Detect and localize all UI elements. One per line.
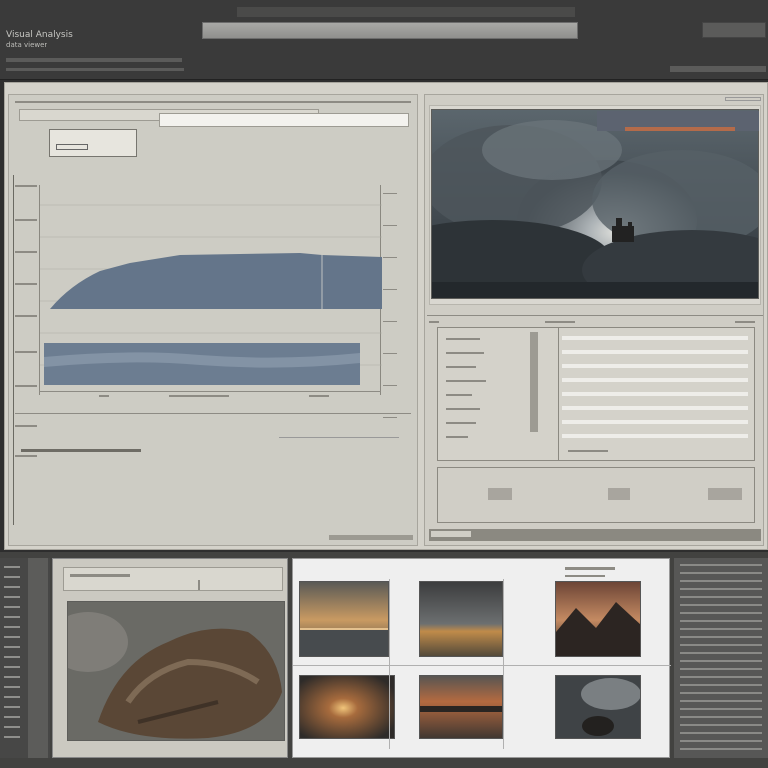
info-icon-2 — [608, 488, 630, 500]
gallery-col-divider — [389, 579, 390, 749]
table-row[interactable] — [438, 376, 754, 388]
x-axis-rule — [39, 391, 381, 392]
thumb-shipwreck-sea[interactable] — [419, 675, 503, 739]
chart-svg — [40, 204, 382, 385]
header-rule — [15, 101, 411, 103]
left-axis-rule — [13, 175, 14, 525]
table-row[interactable] — [438, 348, 754, 360]
top-strip — [236, 6, 576, 18]
app-title: Visual Analysis — [6, 30, 73, 40]
status-line-2 — [6, 68, 184, 71]
detail-title — [70, 574, 130, 577]
thumb-dusk-lake[interactable] — [419, 581, 503, 657]
table-row[interactable] — [438, 362, 754, 374]
panel-status-bar — [429, 529, 761, 541]
sidebar-scroll[interactable] — [28, 558, 48, 758]
status-chip — [431, 531, 471, 537]
caption-right — [279, 437, 399, 443]
gallery-header — [565, 567, 615, 570]
rock-terrain-image — [67, 601, 285, 741]
area-series-upper — [50, 253, 382, 309]
table-title — [429, 321, 439, 323]
gallery-col-divider-2 — [503, 579, 504, 749]
zoom-control[interactable] — [670, 66, 766, 72]
preview-close[interactable] — [725, 97, 761, 101]
detail-panel — [52, 558, 288, 758]
thumb-sunset-ocean[interactable] — [299, 581, 389, 657]
info-icon-1 — [488, 488, 512, 500]
left-sidebar — [0, 558, 50, 758]
preview-progress — [625, 127, 735, 131]
y-axis-ticks — [15, 185, 39, 475]
filter-input[interactable] — [159, 113, 409, 127]
preview-panel — [424, 94, 764, 546]
info-panel — [437, 467, 755, 523]
storm-cloud-image — [431, 109, 759, 299]
sidebar-items[interactable] — [4, 566, 20, 746]
gallery-row-divider — [293, 665, 671, 666]
app-subtitle: data viewer — [6, 41, 48, 49]
table-col-header-2 — [735, 321, 755, 323]
table-row[interactable] — [438, 432, 754, 444]
search-input[interactable] — [202, 22, 578, 39]
chart-footer-rule — [15, 413, 411, 414]
status-line — [6, 58, 182, 62]
caption-line — [21, 449, 141, 452]
x-axis-labels — [89, 393, 329, 399]
table-footer-text — [568, 450, 608, 452]
table-col-header — [545, 321, 575, 323]
thumb-mountain-twilight[interactable] — [555, 581, 641, 657]
chart-plot — [39, 185, 382, 395]
thumb-storm-tree[interactable] — [555, 675, 641, 739]
data-table — [437, 327, 755, 461]
right-sidebar — [674, 558, 768, 758]
thumb-fire-horizon[interactable] — [299, 675, 395, 739]
top-bar: Visual Analysis data viewer — [0, 0, 768, 80]
info-icon-3 — [708, 488, 742, 500]
table-row[interactable] — [438, 390, 754, 402]
detail-divider — [198, 580, 200, 590]
table-top-rule — [427, 315, 763, 316]
panel-footer-link[interactable] — [329, 535, 413, 540]
image-gallery — [292, 558, 671, 758]
dropdown-value — [56, 144, 88, 150]
detail-header — [63, 567, 283, 591]
chart-panel — [8, 94, 418, 546]
top-right-control[interactable] — [702, 22, 766, 38]
gallery-subheader — [565, 575, 605, 577]
table-row[interactable] — [438, 334, 754, 346]
sidebar-file-list[interactable] — [680, 564, 762, 752]
filter-dropdown[interactable] — [49, 129, 137, 157]
table-row[interactable] — [438, 404, 754, 416]
table-row[interactable] — [438, 418, 754, 430]
